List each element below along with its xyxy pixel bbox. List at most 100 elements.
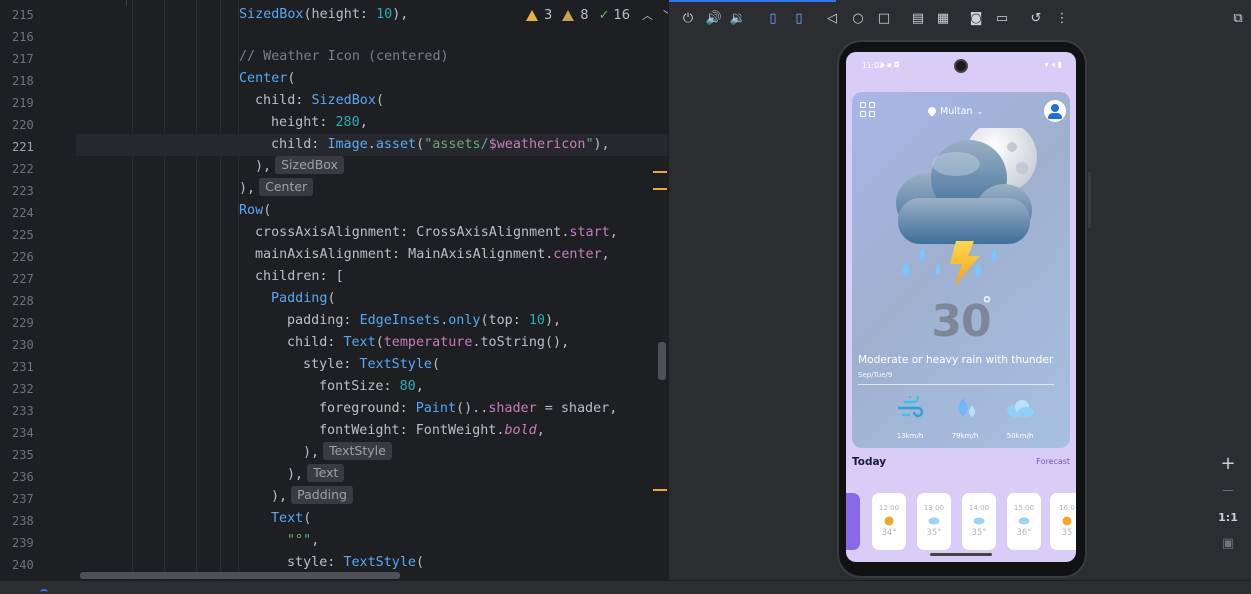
code-line-217[interactable]: // Weather Icon (centered) [239,46,668,68]
hourly-card-selected[interactable] [846,493,860,550]
token: . [367,137,376,152]
cloud-rain-icon [973,517,985,525]
code-line-232[interactable]: fontSize: 80, [319,376,668,398]
code-line-223[interactable]: ), Center [239,178,668,200]
token: $weathericon [488,137,586,152]
status-notification-icons: ▪ ▪ ◘ [880,61,900,69]
zoom-out-button[interactable]: — [1211,479,1245,501]
token: ( [287,71,296,86]
token: height: [271,115,336,130]
warning-count: 3 [544,7,553,23]
code-line-218[interactable]: Center( [239,68,668,90]
code-line-240[interactable]: style: TextStyle( [287,552,668,574]
zoom-actual-size-button[interactable]: 1:1 [1211,507,1245,529]
inspections-widget[interactable]: 3 8 ✓ 16 ︿ ﹀ [526,6,668,24]
warning-stripe[interactable] [653,188,667,190]
warning-stripe[interactable] [653,489,667,491]
device-screen[interactable]: 11:02 ▪ ▪ ◘ ▾ ◂ ▮ Multan ⌄ 30 ° Moderate… [846,52,1076,562]
screen-record-icon[interactable]: ▭ [993,10,1011,28]
horizontal-scrollbar[interactable] [80,572,400,579]
back-icon[interactable]: ◁ [823,10,841,28]
code-line-221[interactable]: child: Image.asset("assets/$weathericon"… [76,134,668,156]
humidity-drops-icon [958,398,975,417]
code-line-220[interactable]: height: 280, [271,112,668,134]
location-name: Multan [940,105,973,117]
cloud-icon [1007,400,1034,417]
code-line-228[interactable]: Padding( [271,288,668,310]
token: Center [239,71,288,86]
hourly-time: 14:00 [968,504,990,512]
token: Text [343,335,376,350]
code-line-222[interactable]: ), SizedBox [255,156,668,178]
volume-down-icon[interactable]: 🔉 [729,10,747,28]
weak-warning-count: 8 [580,7,589,23]
indent-guide [164,0,165,580]
ide-window: SizedBox(height: 10), // Weather Icon (c… [0,0,1251,594]
code-area[interactable]: SizedBox(height: 10), // Weather Icon (c… [76,0,668,580]
code-line-231[interactable]: style: TextStyle( [303,354,668,376]
code-line-219[interactable]: child: SizedBox( [255,90,668,112]
code-line-237[interactable]: ), Padding [271,486,668,508]
vertical-scrollbar[interactable] [658,342,666,380]
hourly-card[interactable]: 15:00 36° [1007,493,1041,550]
fit-screen-icon[interactable]: ▣ [1211,533,1245,555]
code-line-236[interactable]: ), Text [287,464,668,486]
token: children: [ [255,269,344,284]
line-number: 235 [12,448,34,462]
token: ), [287,467,304,482]
token: , [609,225,618,240]
zoom-in-button[interactable]: + [1211,453,1245,475]
line-number: 230 [12,338,34,352]
code-line-238[interactable]: Text( [271,508,668,530]
rotate-right-icon[interactable]: ▯ [790,10,808,28]
power-icon[interactable]: ⏻ [679,10,697,28]
code-line-224[interactable]: Row( [239,200,668,222]
profile-avatar-icon[interactable] [1044,100,1066,122]
code-line-233[interactable]: foreground: Paint()..shader = shader, [319,398,668,420]
code-line-234[interactable]: fontWeight: FontWeight.bold, [319,420,668,442]
hourly-time: 15:00 [1013,504,1035,512]
grid-menu-icon[interactable] [860,102,876,118]
token: ( [375,93,384,108]
warning-stripe[interactable] [653,171,667,173]
code-line-227[interactable]: children: [ [255,266,668,288]
code-line-226[interactable]: mainAxisAlignment: MainAxisAlignment.cen… [255,244,668,266]
screenshot-icon[interactable]: ◙ [967,10,985,28]
hourly-time: 13:00 [923,504,945,512]
hourly-card[interactable]: 14:00 35° [962,493,996,550]
more-icon[interactable]: ⋮ [1053,10,1071,28]
token: ), [239,181,256,196]
code-line-230[interactable]: child: Text(temperature.toString(), [287,332,668,354]
hourly-temp: 34° [881,528,897,538]
fold-icon[interactable]: ▤ [909,10,927,28]
line-number: 236 [12,470,34,484]
home-icon[interactable]: ○ [849,10,867,28]
rotate-left-icon[interactable]: ▯ [764,10,782,28]
gesture-home-bar[interactable] [930,553,992,556]
token: ), [255,159,272,174]
code-line-239[interactable]: "°", [287,530,668,552]
volume-up-icon[interactable]: 🔊 [705,10,723,28]
token: child: [255,93,312,108]
location-selector[interactable]: Multan ⌄ [926,104,983,118]
token: child: [287,335,344,350]
hourly-card[interactable]: 16:0 35 [1050,493,1076,550]
hourly-card[interactable]: 12:00 34° [872,493,906,550]
code-line-225[interactable]: crossAxisAlignment: CrossAxisAlignment.s… [255,222,668,244]
hourly-card[interactable]: 13:00 35° [917,493,951,550]
code-line-229[interactable]: padding: EdgeInsets.only(top: 10), [287,310,668,332]
reset-icon[interactable]: ↺ [1027,10,1045,28]
token: "°" [287,533,312,548]
wifi-battery-icon: ▾ ◂ ▮ [1044,60,1062,69]
token: , [415,379,424,394]
chevron-up-icon[interactable]: ︿ [642,7,653,23]
forecast-link[interactable]: Forecast [1036,457,1070,466]
device-settings-icon[interactable]: ⧉ [1229,10,1247,28]
overview-icon[interactable]: □ [875,10,893,28]
code-line-235[interactable]: ), TextStyle [303,442,668,464]
degree-symbol: ° [982,292,992,316]
location-pin-icon [926,105,938,117]
snapshot-icon[interactable]: ▦ [934,10,952,28]
token: temperature [383,335,473,350]
code-editor[interactable]: SizedBox(height: 10), // Weather Icon (c… [0,0,668,580]
